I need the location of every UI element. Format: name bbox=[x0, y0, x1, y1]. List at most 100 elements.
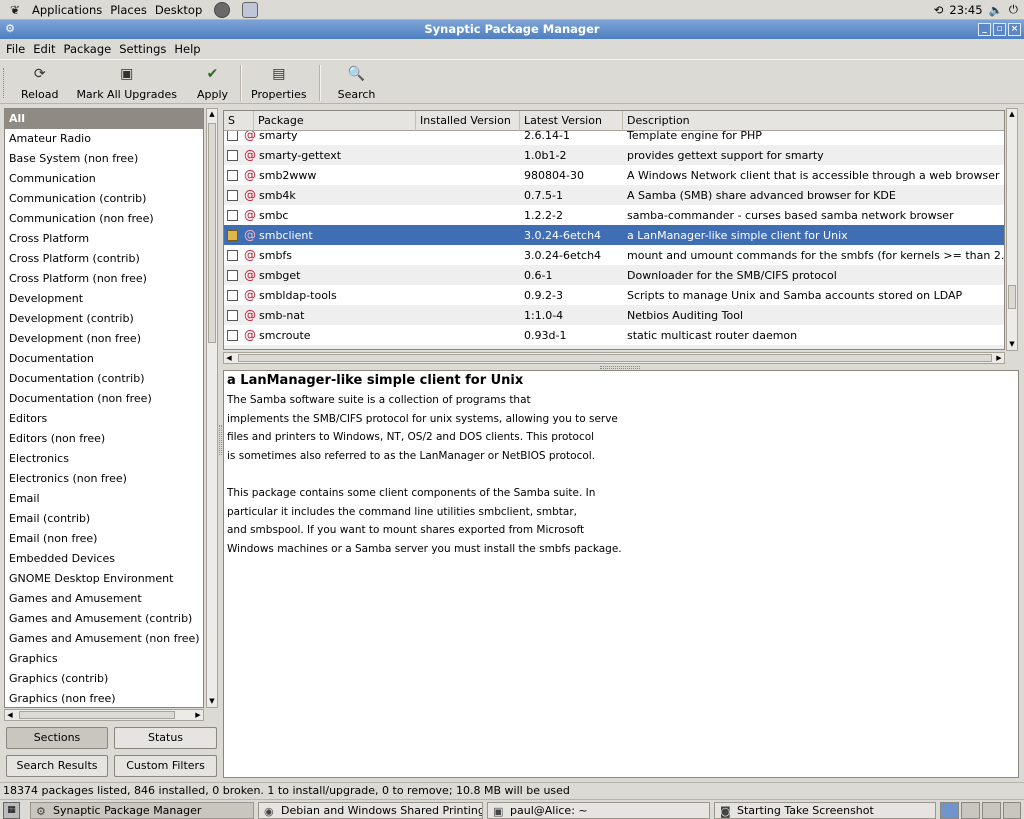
task-browser[interactable]: ◉ Debian and Windows Shared Printing... bbox=[258, 802, 483, 819]
sections-list[interactable]: All Amateur Radio Base System (non free) Co… bbox=[4, 108, 204, 708]
menu-package[interactable]: Package bbox=[64, 42, 112, 56]
sections-filter-button[interactable]: Sections bbox=[6, 727, 108, 749]
section-item[interactable]: Development bbox=[5, 289, 203, 309]
pane-resize-handle[interactable] bbox=[600, 366, 640, 369]
menu-edit[interactable]: Edit bbox=[33, 42, 55, 56]
section-item[interactable]: Editors bbox=[5, 409, 203, 429]
section-item[interactable]: Communication (contrib) bbox=[5, 189, 203, 209]
scroll-right-arrow-icon[interactable]: ▶ bbox=[994, 353, 1004, 364]
section-item[interactable]: All bbox=[5, 109, 203, 129]
workspace-3[interactable] bbox=[982, 802, 1001, 819]
package-row[interactable]: @ smb-nat 1:1.0-4 Netbios Auditing Tool bbox=[224, 305, 1004, 325]
package-row[interactable]: @smilutils 0.3.0-10.1 Digital Video comman… bbox=[224, 345, 1004, 351]
desktop-menu[interactable]: Desktop bbox=[155, 3, 202, 17]
scroll-up-arrow-icon[interactable]: ▲ bbox=[207, 109, 217, 120]
mark-all-upgrades-button[interactable]: ▣ Mark All Upgrades bbox=[76, 60, 177, 101]
maximize-button[interactable]: ▫ bbox=[993, 23, 1006, 36]
package-checkbox[interactable] bbox=[227, 149, 238, 161]
clock[interactable]: 23:45 bbox=[949, 3, 982, 17]
section-item[interactable]: Graphics (non free) bbox=[5, 689, 203, 707]
apply-button[interactable]: ✔ Apply bbox=[197, 60, 228, 101]
package-checkbox[interactable] bbox=[227, 129, 238, 141]
volume-icon[interactable]: 🔈 bbox=[989, 3, 1003, 17]
col-status-header[interactable]: S bbox=[224, 111, 254, 131]
section-item[interactable]: Editors (non free) bbox=[5, 429, 203, 449]
sections-horizontal-scrollbar[interactable]: ◀ ▶ bbox=[4, 709, 204, 721]
places-menu[interactable]: Places bbox=[110, 3, 147, 17]
package-row[interactable]: @ smbclient 3.0.24-6etch4 a LanManager-like… bbox=[224, 225, 1004, 245]
menu-settings[interactable]: Settings bbox=[119, 42, 166, 56]
section-item[interactable]: Embedded Devices bbox=[5, 549, 203, 569]
status-filter-button[interactable]: Status bbox=[114, 727, 217, 749]
task-synaptic[interactable]: ⚙ Synaptic Package Manager bbox=[30, 802, 254, 819]
package-row[interactable]: @ smb4k 0.7.5-1 A Samba (SMB) share advance… bbox=[224, 185, 1004, 205]
package-row[interactable]: @ smbldap-tools 0.9.2-3 Scripts to manage U… bbox=[224, 285, 1004, 305]
col-latest-version-header[interactable]: Latest Version bbox=[520, 111, 623, 131]
package-row[interactable]: @ smbc 1.2.2-2 samba-commander - curses bas… bbox=[224, 205, 1004, 225]
properties-button[interactable]: ▤ Properties bbox=[251, 60, 307, 101]
custom-filters-button[interactable]: Custom Filters bbox=[114, 755, 217, 777]
section-item[interactable]: Development (contrib) bbox=[5, 309, 203, 329]
packages-vertical-scrollbar[interactable]: ▲ ▼ bbox=[1006, 108, 1018, 351]
workspace-2[interactable] bbox=[961, 802, 980, 819]
section-item[interactable]: Communication (non free) bbox=[5, 209, 203, 229]
applications-menu[interactable]: Applications bbox=[32, 3, 102, 17]
scroll-left-arrow-icon[interactable]: ◀ bbox=[224, 353, 234, 364]
col-installed-version-header[interactable]: Installed Version bbox=[416, 111, 520, 131]
section-item[interactable]: Games and Amusement bbox=[5, 589, 203, 609]
menu-help[interactable]: Help bbox=[174, 42, 200, 56]
package-row[interactable]: @ smbget 0.6-1 Downloader for the SMB/CIFS … bbox=[224, 265, 1004, 285]
col-package-header[interactable]: Package bbox=[254, 111, 416, 131]
scrollbar-thumb[interactable] bbox=[208, 123, 216, 343]
workspace-1[interactable] bbox=[940, 802, 959, 819]
menu-file[interactable]: File bbox=[6, 42, 25, 56]
section-item[interactable]: Graphics bbox=[5, 649, 203, 669]
mail-launcher-icon[interactable] bbox=[242, 1, 259, 18]
package-row[interactable]: @ smarty-gettext 1.0b1-2 provides gettext s… bbox=[224, 145, 1004, 165]
section-item[interactable]: Games and Amusement (contrib) bbox=[5, 609, 203, 629]
window-titlebar[interactable]: ⚙ Synaptic Package Manager _ ▫ × bbox=[0, 20, 1024, 39]
scroll-up-arrow-icon[interactable]: ▲ bbox=[1007, 109, 1017, 120]
package-checkbox[interactable] bbox=[227, 269, 238, 281]
section-item[interactable]: Cross Platform bbox=[5, 229, 203, 249]
package-checkbox[interactable] bbox=[227, 189, 238, 201]
scrollbar-thumb[interactable] bbox=[19, 711, 175, 719]
package-row[interactable]: @ smcroute 0.93d-1 static multicast router … bbox=[224, 325, 1004, 345]
package-checkbox[interactable] bbox=[227, 329, 238, 341]
scrollbar-thumb[interactable] bbox=[238, 354, 992, 362]
search-button[interactable]: 🔍 Search bbox=[338, 60, 376, 101]
scroll-left-arrow-icon[interactable]: ◀ bbox=[5, 710, 15, 721]
section-item[interactable]: GNOME Desktop Environment bbox=[5, 569, 203, 589]
package-checkbox[interactable] bbox=[227, 249, 238, 261]
package-checkbox[interactable] bbox=[227, 169, 238, 181]
pane-resize-handle[interactable] bbox=[219, 425, 222, 455]
package-table[interactable]: @ smarty 2.6.14-1 Template engine for PHP @ s… bbox=[223, 110, 1005, 350]
section-item[interactable]: Documentation (contrib) bbox=[5, 369, 203, 389]
browser-launcher-icon[interactable] bbox=[214, 1, 231, 18]
section-item[interactable]: Communication bbox=[5, 169, 203, 189]
scroll-right-arrow-icon[interactable]: ▶ bbox=[193, 710, 203, 721]
reload-button[interactable]: ⟳ Reload bbox=[21, 60, 58, 101]
task-terminal[interactable]: ▣ paul@Alice: ~ bbox=[487, 802, 710, 819]
section-item[interactable]: Documentation (non free) bbox=[5, 389, 203, 409]
section-item[interactable]: Email bbox=[5, 489, 203, 509]
section-item[interactable]: Email (contrib) bbox=[5, 509, 203, 529]
section-item[interactable]: Cross Platform (non free) bbox=[5, 269, 203, 289]
search-results-filter-button[interactable]: Search Results bbox=[6, 755, 108, 777]
scrollbar-thumb[interactable] bbox=[1008, 285, 1016, 309]
package-row[interactable]: @ smbfs 3.0.24-6etch4 mount and umount comm… bbox=[224, 245, 1004, 265]
package-checkbox[interactable] bbox=[227, 350, 238, 351]
section-item[interactable]: Documentation bbox=[5, 349, 203, 369]
section-item[interactable]: Games and Amusement (non free) bbox=[5, 629, 203, 649]
scroll-down-arrow-icon[interactable]: ▼ bbox=[207, 696, 217, 707]
toolbar-grip[interactable] bbox=[3, 68, 7, 98]
show-desktop-icon[interactable]: ▦ bbox=[3, 802, 20, 819]
section-item[interactable]: Graphics (contrib) bbox=[5, 669, 203, 689]
workspace-4[interactable] bbox=[1003, 802, 1021, 819]
section-item[interactable]: Development (non free) bbox=[5, 329, 203, 349]
synaptic-app-icon[interactable]: ⚙ bbox=[3, 22, 17, 36]
power-icon[interactable]: ⏻ bbox=[1009, 2, 1018, 17]
minimize-button[interactable]: _ bbox=[978, 23, 991, 36]
section-item[interactable]: Email (non free) bbox=[5, 529, 203, 549]
section-item[interactable]: Electronics (non free) bbox=[5, 469, 203, 489]
